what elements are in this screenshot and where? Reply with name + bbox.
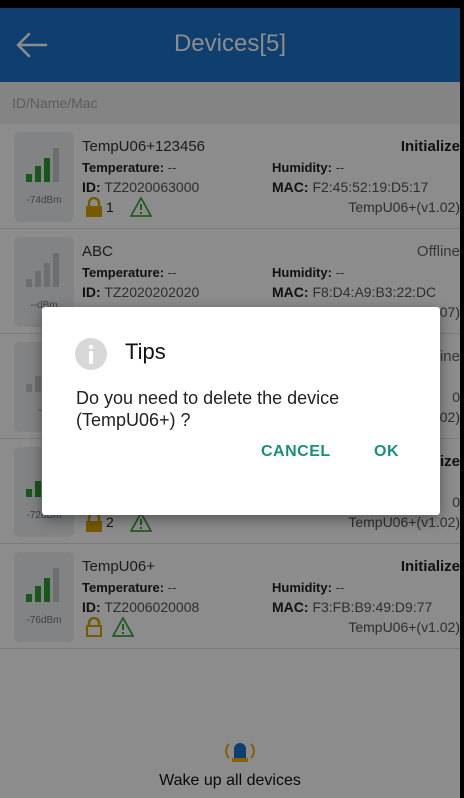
cancel-button[interactable]: CANCEL bbox=[255, 439, 337, 465]
delete-confirm-dialog: Tips Do you need to delete the device (T… bbox=[42, 307, 440, 515]
info-icon bbox=[75, 338, 107, 370]
ok-button[interactable]: OK bbox=[368, 439, 405, 465]
dialog-title: Tips bbox=[125, 339, 166, 364]
dialog-message: Do you need to delete the device (TempU0… bbox=[76, 388, 340, 430]
screen: Devices[5] -74dBm TempU06+123456 Initial… bbox=[0, 0, 460, 798]
